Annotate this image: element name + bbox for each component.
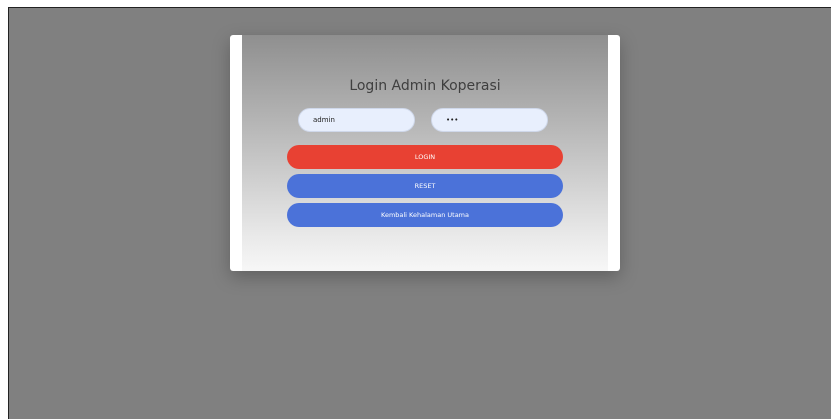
password-field[interactable]: •••	[431, 108, 548, 132]
page-viewport: Login Admin Koperasi admin ••• LOGIN RES…	[8, 7, 831, 419]
login-form: Login Admin Koperasi admin ••• LOGIN RES…	[242, 35, 608, 271]
page-title: Login Admin Koperasi	[349, 78, 501, 94]
login-button[interactable]: LOGIN	[287, 145, 563, 169]
username-field[interactable]: admin	[298, 108, 415, 132]
login-card: Login Admin Koperasi admin ••• LOGIN RES…	[230, 35, 620, 271]
back-to-home-button[interactable]: Kembali Kehalaman Utama	[287, 203, 563, 227]
reset-button[interactable]: RESET	[287, 174, 563, 198]
